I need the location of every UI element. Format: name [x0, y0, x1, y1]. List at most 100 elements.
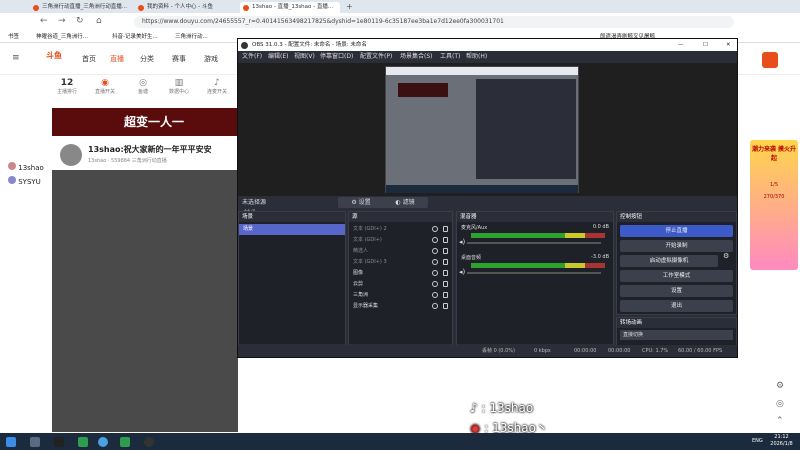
up-icon[interactable]: ⌃ [776, 416, 784, 426]
app-icon[interactable] [762, 52, 778, 68]
source-item[interactable]: 文本 (GDI+) 2 [349, 224, 452, 235]
filter-icon: ◐ [395, 199, 403, 206]
mixer-header: 混音器 [457, 212, 613, 222]
obs-taskbar-icon[interactable] [144, 437, 154, 447]
virtual-camera-settings-icon[interactable]: ⚙ [723, 252, 729, 260]
volume-slider[interactable] [467, 272, 601, 274]
task-view-icon[interactable] [30, 437, 40, 447]
bookmark-item[interactable]: 三角洲行动... [175, 31, 208, 43]
user-avatar [8, 176, 16, 184]
mixer-channel: 麦克风/Aux 0.0 dB ◂) [459, 224, 609, 246]
menu-profile[interactable]: 配置文件(P) [360, 51, 392, 63]
rank-stat[interactable]: 12 主播排行 [52, 78, 82, 95]
taskbar-clock[interactable]: 21:12 2026/1/8 [765, 434, 798, 448]
nav-home[interactable]: 首页 [82, 54, 96, 64]
visibility-icon [432, 281, 438, 287]
obs-preview[interactable]: 22% [238, 63, 737, 213]
source-item[interactable]: 云剪 [349, 279, 452, 290]
scene-item[interactable]: 场景 [239, 224, 345, 235]
nav-events[interactable]: 赛事 [172, 54, 186, 64]
virtual-camera-button[interactable]: 启动虚拟摄像机 [620, 255, 718, 267]
menu-scene-collection[interactable]: 场景集合(S) [400, 51, 433, 63]
source-item[interactable]: 三角洲 [349, 290, 452, 301]
mic-switch[interactable]: ♪ 连麦开关 [202, 78, 232, 95]
streamer-stats-row: 12 主播排行 ◉ 直播开关 ◎ 鱼塘 ▥ 数据中心 ♪ 连麦开关 [52, 78, 237, 106]
close-icon[interactable]: ✕ [726, 39, 731, 51]
transition-select[interactable]: 直接切换 [620, 330, 733, 340]
lock-icon [443, 259, 448, 265]
circle-icon[interactable]: ◎ [776, 399, 784, 409]
source-item[interactable]: 显示器采集 [349, 301, 452, 312]
live-switch[interactable]: ◉ 直播开关 [90, 78, 120, 95]
stream-meta: 13shao · 559884 三角洲行动直播 [88, 158, 167, 164]
nav-games[interactable]: 游戏 [204, 54, 218, 64]
douyu-favicon-icon [243, 5, 249, 11]
browser-icon[interactable] [98, 437, 108, 447]
speaker-icon[interactable]: ◂) [459, 268, 465, 276]
source-item[interactable]: 文本 (GDI+) 3 [349, 257, 452, 268]
menu-docks[interactable]: 停靠窗口(D) [320, 51, 353, 63]
obs-window: OBS 31.0.3 - 配置文件: 未命名 - 场景: 未命名 — ☐ ✕ 文… [237, 38, 738, 358]
app-icon[interactable] [78, 437, 88, 447]
properties-button[interactable]: ⚙ 设置 [338, 197, 384, 208]
transitions-header: 转场动画 [617, 318, 736, 328]
menu-tools[interactable]: 工具(T) [440, 51, 460, 63]
menu-icon[interactable]: ≡ [12, 53, 20, 63]
exit-button[interactable]: 退出 [620, 300, 733, 312]
lock-icon [443, 226, 448, 232]
fish-pond[interactable]: ◎ 鱼塘 [128, 78, 158, 95]
no-source-label: 未选择源 [242, 199, 267, 206]
speaker-icon[interactable]: ◂) [459, 238, 465, 246]
visibility-icon [432, 248, 438, 254]
settings-button[interactable]: 设置 [620, 285, 733, 297]
source-item[interactable]: 文本 (GDI+) [349, 235, 452, 246]
mixer-dock: 混音器 麦克风/Aux 0.0 dB ◂) 桌面音频 -3.0 dB ◂) ⚙ … [456, 211, 614, 357]
video-player[interactable] [52, 170, 238, 432]
filters-button[interactable]: ◐ 滤镜 [382, 197, 428, 208]
start-recording-button[interactable]: 开始录制 [620, 240, 733, 252]
visibility-icon [432, 292, 438, 298]
gift-icon[interactable]: ⚙ [776, 381, 784, 391]
browser-tab[interactable]: 三角洲行动直播_三角洲行动直播... [30, 2, 130, 13]
menu-file[interactable]: 文件(F) [242, 51, 262, 63]
lock-icon [443, 237, 448, 243]
sidebar-user[interactable]: SYSYU [8, 176, 41, 186]
home-icon[interactable]: ⌂ [96, 16, 102, 26]
volume-slider[interactable] [467, 242, 601, 244]
refresh-icon[interactable]: ↻ [76, 16, 84, 26]
data-center[interactable]: ▥ 数据中心 [164, 78, 194, 95]
forward-icon[interactable]: → [58, 16, 66, 26]
browser-tab[interactable]: 我的资料 - 个人中心 - 斗鱼 [135, 2, 235, 13]
sidebar-user[interactable]: 13shao [8, 162, 44, 172]
browser-tab-active[interactable]: 13shao - 直播_13shao - 直播... [240, 2, 340, 13]
douyu-favicon-icon [138, 5, 144, 11]
stop-streaming-button[interactable]: 停止直播 [620, 225, 733, 237]
back-icon[interactable]: ← [40, 16, 48, 26]
maximize-icon[interactable]: ☐ [703, 39, 708, 51]
bookmark-item[interactable]: 书签 [8, 31, 19, 43]
menu-edit[interactable]: 编辑(E) [268, 51, 288, 63]
bookmark-item[interactable]: 抖音-记录美好生... [112, 31, 158, 43]
bookmark-item[interactable]: 神曜谷道_三角洲行... [36, 31, 88, 43]
new-tab-icon[interactable]: + [346, 2, 353, 11]
controls-header: 控制按钮 [617, 212, 736, 222]
gear-icon: ⚙ [351, 199, 359, 206]
source-item[interactable]: 精选人 [349, 246, 452, 257]
nav-live[interactable]: 直播 [110, 54, 124, 64]
menu-view[interactable]: 视图(V) [294, 51, 315, 63]
preview-canvas[interactable] [385, 66, 579, 193]
app-icon[interactable] [54, 437, 64, 447]
studio-mode-button[interactable]: 工作室模式 [620, 270, 733, 282]
source-item[interactable]: 图像 [349, 268, 452, 279]
promo-ad[interactable]: 潮力来袭 摸火升起 1/5 270/370 [750, 140, 798, 270]
minimize-icon[interactable]: — [678, 39, 684, 51]
douyu-logo[interactable]: 斗鱼 [46, 50, 70, 64]
language-indicator[interactable]: ENG [752, 438, 763, 444]
menu-help[interactable]: 帮助(H) [466, 51, 487, 63]
app-icon[interactable] [120, 437, 130, 447]
streamer-avatar[interactable] [60, 144, 82, 166]
windows-start-icon[interactable] [6, 437, 16, 447]
sources-header: 源 [349, 212, 452, 222]
address-bar[interactable]: https://www.douyu.com/24655557_r=0.40141… [134, 16, 734, 28]
nav-category[interactable]: 分类 [140, 54, 154, 64]
